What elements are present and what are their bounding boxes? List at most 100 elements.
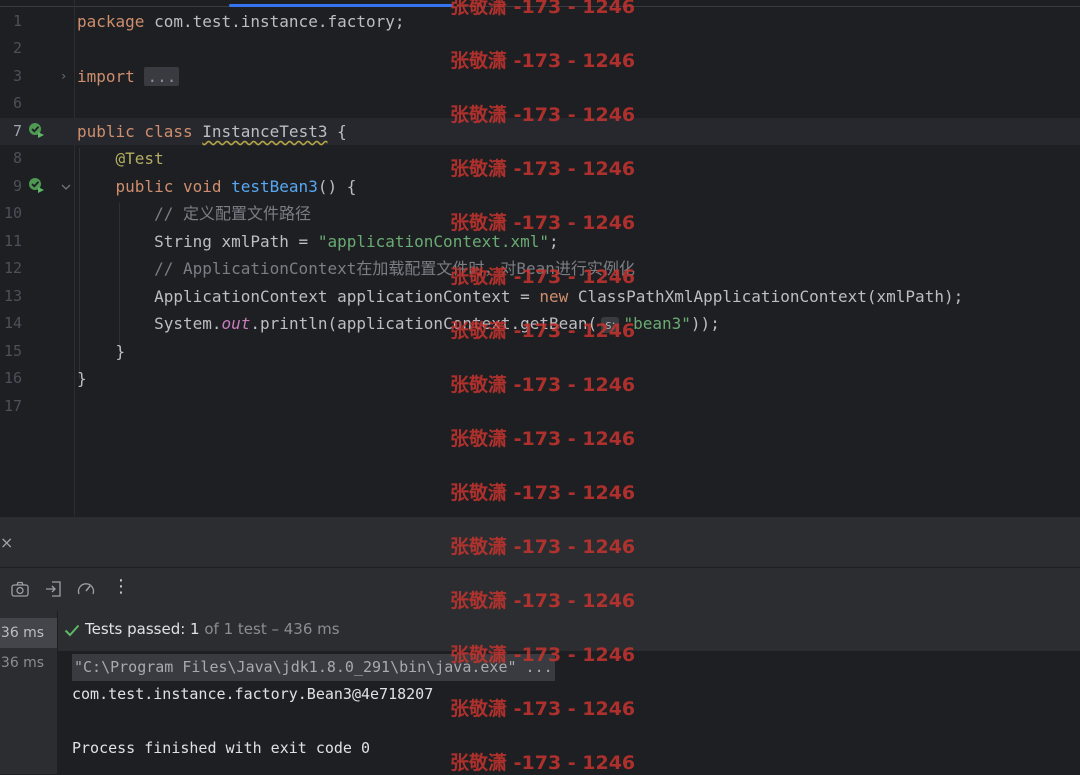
code-token: out [221, 314, 251, 333]
code-token: new [539, 287, 578, 306]
code-token: @Test [115, 149, 164, 168]
code-token: com.test.instance.factory; [154, 12, 405, 31]
code-token: ApplicationContext applicationContext = [77, 287, 540, 306]
code-text: String xmlPath = "applicationContext.xml… [77, 228, 559, 255]
line-number: 12 [3, 259, 22, 277]
code-line[interactable]: 7 public class InstanceTest3 { [0, 118, 1080, 145]
code-line[interactable]: 13 ApplicationContext applicationContext… [0, 283, 1080, 310]
code-token: { [327, 122, 347, 141]
code-token: testBean3 [231, 177, 318, 196]
test-status-bar: Tests passed: 1 of 1 test – 436 ms [58, 611, 1080, 651]
run-toolbar [0, 567, 1080, 611]
line-number: 16 [3, 369, 22, 387]
code-token: "applicationContext.xml" [317, 232, 550, 251]
code-token: )); [690, 314, 720, 333]
line-number: 9 [12, 177, 22, 195]
code-token: } [77, 369, 87, 388]
speedometer-icon[interactable] [76, 579, 96, 599]
test-tree-item-method[interactable]: 436 ms [0, 648, 57, 678]
code-token: import [77, 67, 145, 86]
run-test-class-icon[interactable] [28, 122, 44, 138]
code-line[interactable]: 11 String xmlPath = "applicationContext.… [0, 228, 1080, 255]
tab-bar-border [0, 6, 1080, 7]
console-output[interactable]: Tests passed: 1 of 1 test – 436 ms "C:\P… [58, 611, 1080, 774]
check-icon [64, 624, 80, 637]
code-text: package com.test.instance.factory; [77, 8, 405, 35]
code-token: ClassPathXmlApplicationContext(xmlPath); [577, 287, 964, 306]
line-number: 14 [3, 314, 22, 332]
code-text: @Test [77, 145, 164, 172]
code-text: ApplicationContext applicationContext = … [77, 283, 963, 310]
code-token: package [77, 12, 155, 31]
status-prefix: Tests passed: [85, 620, 191, 638]
code-token: () { [317, 177, 357, 196]
code-line[interactable]: 3 import ... [0, 63, 1080, 90]
code-text: // 定义配置文件路径 [77, 200, 311, 227]
code-token: // 定义配置文件路径 [154, 204, 311, 223]
code-line[interactable]: 17 [0, 393, 1080, 420]
line-number: 11 [3, 232, 22, 250]
console-line-exit: Process finished with exit code 0 [72, 739, 371, 757]
code-token: } [77, 342, 126, 361]
code-text: // ApplicationContext在加载配置文件时，对Bean进行实例化 [77, 255, 635, 282]
fold-expand-icon[interactable]: › [60, 70, 72, 82]
code-token: .println(applicationContext.getBean( [250, 314, 598, 333]
line-number: 10 [3, 204, 22, 222]
status-suffix: of 1 test – 436 ms [199, 620, 340, 638]
test-results-tree[interactable]: 436 ms 436 ms [0, 611, 58, 774]
run-tool-window-header [0, 516, 1080, 567]
run-test-method-icon[interactable] [28, 177, 44, 193]
close-icon[interactable]: × [0, 533, 13, 552]
code-line[interactable]: 2 [0, 35, 1080, 62]
code-line[interactable]: 12 // ApplicationContext在加载配置文件时，对Bean进行… [0, 255, 1080, 282]
tests-passed-status: Tests passed: 1 of 1 test – 436 ms [85, 611, 340, 647]
active-tab-indicator [229, 4, 453, 7]
code-token: public void [115, 177, 232, 196]
console-line-command[interactable]: "C:\Program Files\Java\jdk1.8.0_291\bin\… [72, 654, 555, 681]
line-number: 2 [12, 39, 22, 57]
line-number: 8 [12, 149, 22, 167]
camera-icon[interactable] [10, 579, 30, 599]
code-token: ; [549, 232, 559, 251]
code-token: public class [77, 122, 203, 141]
import-icon[interactable] [44, 579, 64, 599]
code-line[interactable]: 14 System.out.println(applicationContext… [0, 310, 1080, 337]
code-line[interactable]: 16} [0, 365, 1080, 392]
parameter-hint: s: [601, 317, 620, 333]
code-token: System. [77, 314, 222, 333]
status-count: 1 [190, 620, 200, 638]
code-text: } [77, 338, 126, 365]
code-token: "bean3" [623, 314, 691, 333]
code-line[interactable]: 9 public void testBean3() { [0, 173, 1080, 200]
line-number: 3 [12, 67, 22, 85]
code-line[interactable]: 1 package com.test.instance.factory; [0, 8, 1080, 35]
line-number: 13 [3, 287, 22, 305]
code-line[interactable]: 10 // 定义配置文件路径 [0, 200, 1080, 227]
code-text: public class InstanceTest3 { [77, 118, 347, 145]
code-text: import ... [77, 63, 180, 90]
line-number: 7 [12, 122, 22, 140]
console-line-output: com.test.instance.factory.Bean3@4e718207 [72, 685, 434, 703]
fold-collapse-icon[interactable] [60, 181, 72, 193]
line-number: 15 [3, 342, 22, 360]
code-line[interactable]: 15 } [0, 338, 1080, 365]
line-number: 6 [12, 94, 22, 112]
code-token[interactable]: ... [144, 67, 180, 86]
code-editor[interactable]: 1 package com.test.instance.factory; 2 3 imp… [0, 0, 1080, 516]
code-line[interactable]: 8 @Test [0, 145, 1080, 172]
line-number: 17 [3, 397, 22, 415]
line-number: 1 [12, 12, 22, 30]
test-tree-item-root[interactable]: 436 ms [0, 618, 57, 648]
code-text: } [77, 365, 87, 392]
code-token: // ApplicationContext在加载配置文件时，对Bean进行实例化 [154, 259, 635, 278]
code-token: InstanceTest3 [202, 122, 328, 141]
code-line[interactable]: 6 [0, 90, 1080, 117]
more-vertical-icon[interactable]: ⋮ [112, 576, 130, 597]
code-text: System.out.println(applicationContext.ge… [77, 310, 720, 339]
code-text: public void testBean3() { [77, 173, 357, 200]
code-token: String xmlPath = [77, 232, 318, 251]
